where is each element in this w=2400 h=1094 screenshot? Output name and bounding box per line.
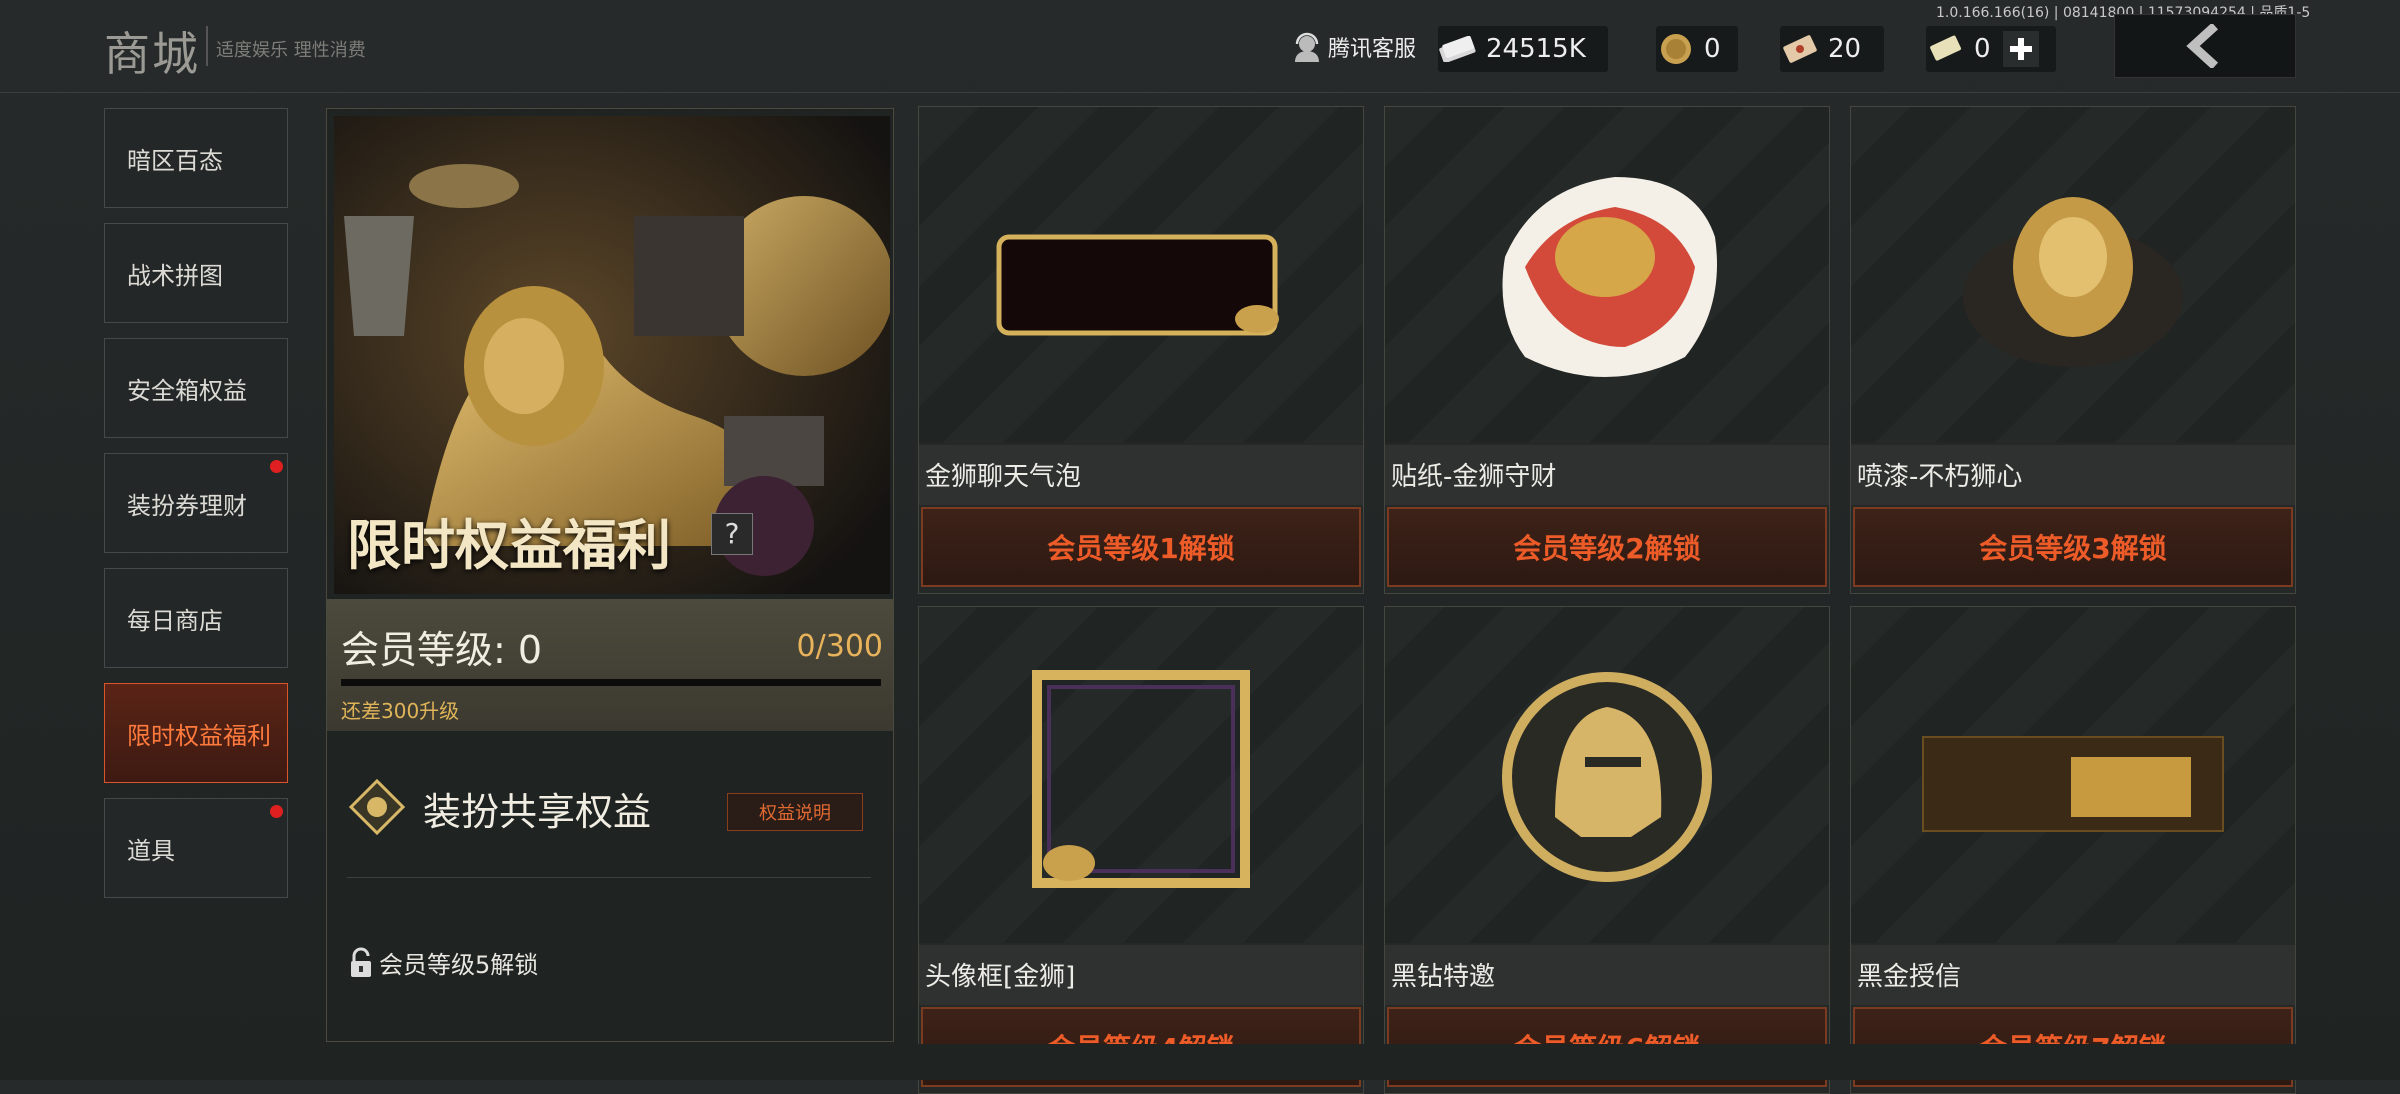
banknote-icon (1438, 34, 1478, 64)
helmet-emblem-image (1385, 607, 1829, 943)
sidebar-item-label: 每日商店 (127, 606, 223, 635)
lock-icon (351, 947, 371, 977)
customer-service-button[interactable]: 腾讯客服 (1290, 30, 1416, 64)
promo-panel: 限时权益福利 ? 会员等级: 0 0/300 还差300升级 装扮共享权益 权益… (326, 108, 894, 1042)
notification-dot (270, 460, 283, 473)
benefit-rules-button[interactable]: 权益说明 (727, 793, 863, 831)
voucher-value: 0 (1974, 34, 1991, 64)
item-name: 头像框[金狮] (919, 945, 1363, 1005)
help-button[interactable]: ? (711, 513, 753, 555)
sidebar-item-label: 限时权益福利 (127, 721, 271, 750)
level-need-text: 还差300升级 (341, 699, 460, 723)
gold-coin-value: 0 (1704, 34, 1721, 64)
currency-banknote[interactable]: 24515K (1438, 26, 1608, 72)
member-level-label: 会员等级: 0 (341, 628, 543, 672)
sidebar-item-label: 道具 (127, 836, 175, 865)
sidebar-item-limited-benefits[interactable]: 限时权益福利 (104, 683, 288, 783)
plus-icon (2009, 38, 2032, 60)
member-level-box: 会员等级: 0 0/300 还差300升级 (327, 599, 893, 731)
lock-text: 会员等级5解锁 (379, 951, 539, 979)
banknote-value: 24515K (1486, 34, 1586, 64)
sidebar-item-label: 安全箱权益 (127, 376, 247, 405)
sidebar-item-safe-box[interactable]: 安全箱权益 (104, 338, 288, 438)
currency-voucher[interactable]: 0 (1926, 26, 2056, 72)
shared-benefit-title: 装扮共享权益 (423, 790, 652, 834)
sidebar-item-tactical-puzzle[interactable]: 战术拼图 (104, 223, 288, 323)
item-name: 喷漆-不朽狮心 (1851, 445, 2295, 505)
back-button[interactable] (2114, 14, 2296, 78)
sticker-image (1385, 107, 1829, 443)
customer-service-label: 腾讯客服 (1328, 37, 1417, 62)
item-card[interactable]: 头像框[金狮] 会员等级4解锁 (918, 606, 1364, 1094)
gold-coin-icon (1656, 34, 1696, 64)
locked-benefit-row: 会员等级5解锁 (349, 945, 538, 980)
page-title: 商城 (104, 27, 200, 81)
ticket-value: 20 (1828, 34, 1862, 64)
sidebar-item-outfit-finance[interactable]: 装扮券理财 (104, 453, 288, 553)
item-name: 黑钻特邀 (1385, 945, 1829, 1005)
unlock-button[interactable]: 会员等级1解锁 (921, 507, 1361, 587)
notification-dot (270, 805, 283, 818)
level-progress-text: 0/300 (796, 629, 883, 664)
unlock-button[interactable]: 会员等级3解锁 (1853, 507, 2293, 587)
add-currency-button[interactable] (2002, 31, 2039, 67)
sidebar-item-label: 暗区百态 (127, 146, 223, 175)
promo-title: 限时权益福利 (347, 514, 671, 577)
ticket-icon (1780, 34, 1820, 64)
shared-benefit-icon (347, 777, 407, 837)
chat-bubble-image (919, 107, 1363, 443)
headset-icon (1295, 32, 1319, 62)
sidebar-item-label: 战术拼图 (127, 261, 223, 290)
sidebar-item-daily-shop[interactable]: 每日商店 (104, 568, 288, 668)
sidebar-item-dark-zone[interactable]: 暗区百态 (104, 108, 288, 208)
back-arrow-icon (2186, 24, 2219, 68)
unlock-button[interactable]: 会员等级2解锁 (1387, 507, 1827, 587)
item-card[interactable]: 黑钻特邀 会员等级6解锁 (1384, 606, 1830, 1094)
divider (347, 877, 871, 878)
item-name: 贴纸-金狮守财 (1385, 445, 1829, 505)
avatar-frame-image (919, 607, 1363, 943)
currency-gold-coin[interactable]: 0 (1656, 26, 1738, 72)
grid-clip-mask (900, 1044, 2320, 1080)
item-card[interactable]: 黑金授信 会员等级7解锁 (1850, 606, 2296, 1094)
title-divider (206, 26, 208, 66)
voucher-icon (1926, 34, 1966, 64)
spray-paint-image (1851, 107, 2295, 443)
item-card[interactable]: 贴纸-金狮守财 会员等级2解锁 (1384, 106, 1830, 594)
item-card[interactable]: 喷漆-不朽狮心 会员等级3解锁 (1850, 106, 2296, 594)
slogan: 适度娱乐 理性消费 (216, 40, 366, 61)
level-progress-track (341, 679, 881, 686)
currency-ticket[interactable]: 20 (1780, 26, 1884, 72)
item-name: 黑金授信 (1851, 945, 2295, 1005)
item-card[interactable]: 金狮聊天气泡 会员等级1解锁 (918, 106, 1364, 594)
sidebar-item-label: 装扮券理财 (127, 491, 247, 520)
black-gold-banner-image (1851, 607, 2295, 943)
sidebar-item-props[interactable]: 道具 (104, 798, 288, 898)
item-name: 金狮聊天气泡 (919, 445, 1363, 505)
